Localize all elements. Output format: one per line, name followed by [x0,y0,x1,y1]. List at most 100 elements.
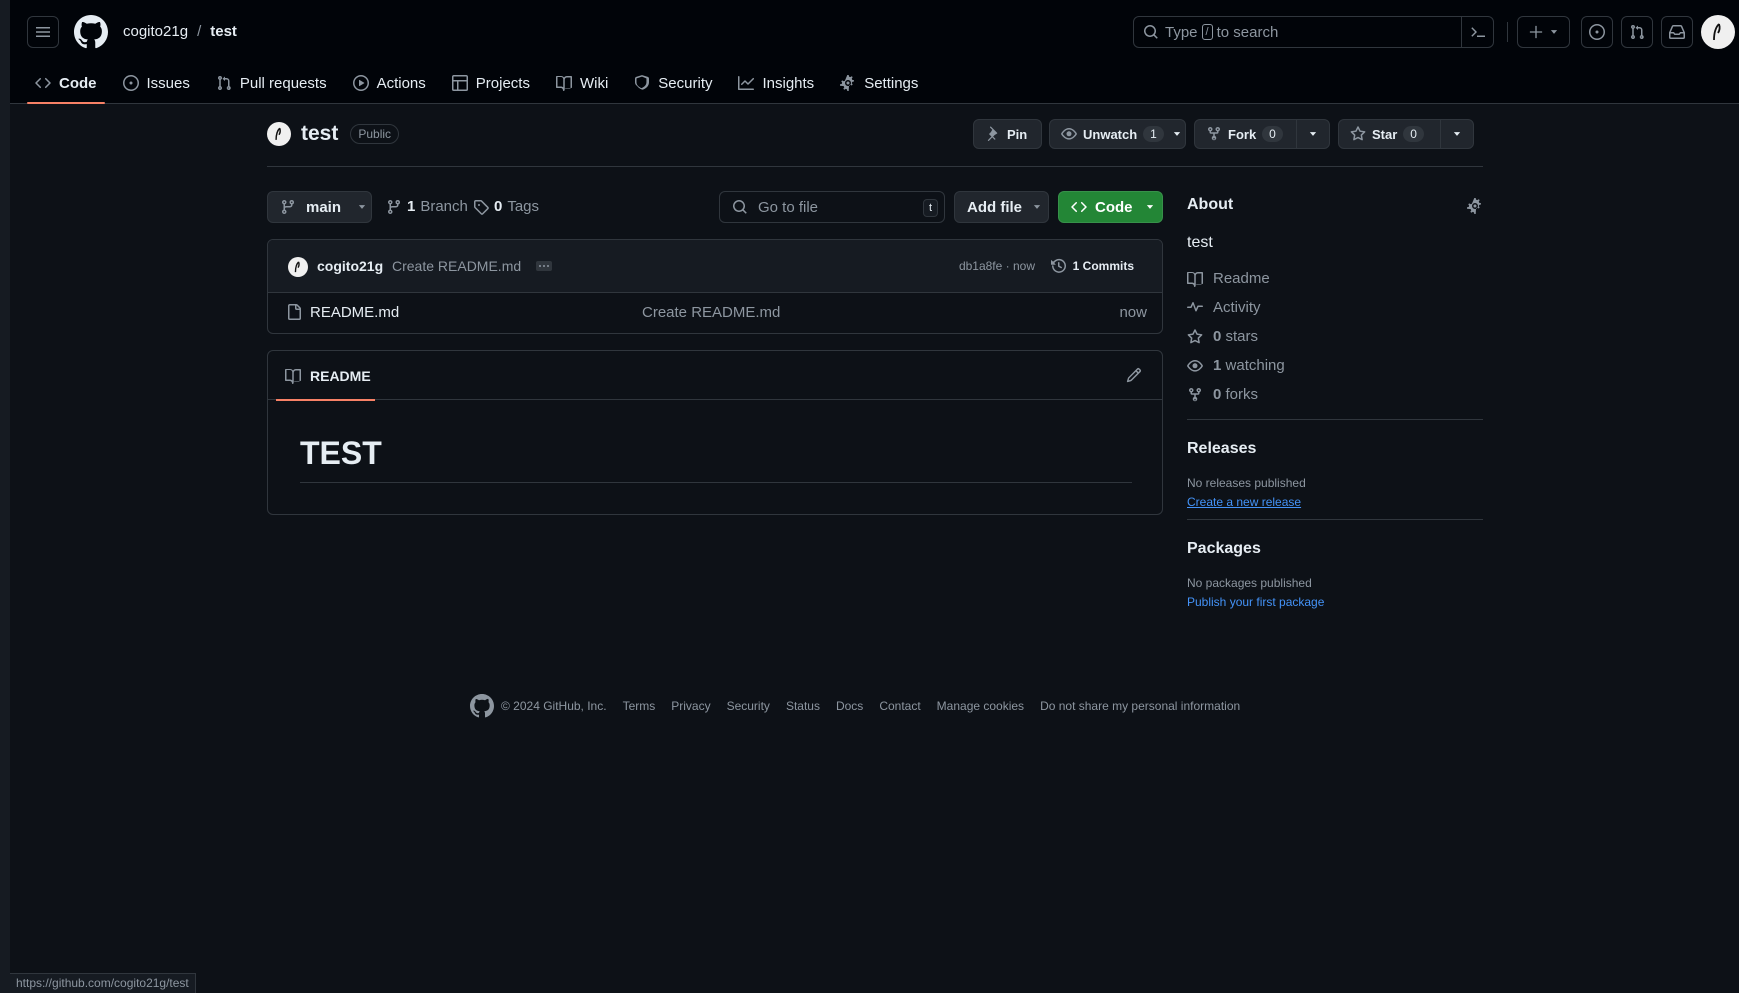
issue-icon [122,75,139,91]
tab-issues[interactable]: Issues [115,62,198,104]
star-dropdown-button[interactable] [1440,120,1473,148]
issues-shortcut-button[interactable] [1581,16,1613,48]
pulse-icon [1187,301,1203,312]
readme-header: README [268,351,1162,401]
releases-title[interactable]: Releases [1187,440,1483,458]
unwatch-button[interactable]: Unwatch 1 [1049,119,1186,149]
notifications-button[interactable] [1661,16,1693,48]
footer-security-link[interactable]: Security [727,699,770,713]
shield-icon [635,75,650,90]
fork-dropdown-button[interactable] [1296,120,1329,148]
commit-author-avatar[interactable] [288,257,308,277]
menu-button[interactable] [27,16,59,48]
title-divider [267,166,1483,167]
page-footer: © 2024 GitHub, Inc. Terms Privacy Securi… [470,694,1256,718]
git-branch-icon [388,199,400,214]
file-row[interactable]: README.md Create README.md now [268,293,1162,333]
file-commit-time: now [1119,304,1147,321]
footer-manage-cookies-link[interactable]: Manage cookies [937,699,1024,713]
go-to-file-input[interactable]: Go to file t [719,191,945,223]
commit-hash-time[interactable]: db1a8fe · now [959,259,1035,273]
tab-insights[interactable]: Insights [730,62,822,104]
file-commit-message[interactable]: Create README.md [642,304,780,321]
commit-expand-button[interactable] [536,261,552,271]
file-name-link[interactable]: README.md [310,304,399,321]
footer-status-link[interactable]: Status [786,699,820,713]
watching-count: 1 [1213,357,1222,374]
star-button[interactable]: Star 0 [1338,119,1474,149]
tab-code[interactable]: Code [27,62,105,104]
tab-code-label: Code [59,74,97,92]
create-new-button[interactable] [1517,16,1570,48]
footer-contact-link[interactable]: Contact [879,699,920,713]
footer-copyright: © 2024 GitHub, Inc. [501,699,607,713]
tab-wiki[interactable]: Wiki [548,62,616,104]
repo-sidebar: About test Readme Activity 0 stars 1 wat… [1187,196,1483,609]
avatar-glyph-icon [1713,23,1721,41]
fork-count: 0 [1262,126,1283,142]
footer-do-not-share-link[interactable]: Do not share my personal information [1040,699,1240,713]
readme-tab[interactable]: README [276,351,375,401]
add-file-button[interactable]: Add file [954,191,1049,223]
commit-message-link[interactable]: Create README.md [392,258,521,274]
footer-docs-link[interactable]: Docs [836,699,863,713]
commits-history-link[interactable]: 1 Commits [1050,258,1134,274]
search-input[interactable]: Type / to search [1133,16,1494,48]
repo-name-link[interactable]: test [301,122,338,146]
publish-package-link[interactable]: Publish your first package [1187,595,1483,609]
fork-button[interactable]: Fork 0 [1194,119,1330,149]
tab-security[interactable]: Security [626,62,720,104]
tab-actions[interactable]: Actions [345,62,434,104]
triangle-down-icon [1146,205,1153,209]
edit-about-button[interactable] [1467,198,1483,214]
breadcrumb-repo-link[interactable]: test [210,23,237,40]
watchers-link[interactable]: 1 watching [1187,351,1483,380]
releases-note: No releases published [1187,476,1306,490]
play-icon [352,75,369,91]
activity-link[interactable]: Activity [1187,293,1483,322]
pin-button[interactable]: Pin [973,119,1042,149]
readme-link[interactable]: Readme [1187,264,1483,293]
stars-link[interactable]: 0 stars [1187,322,1483,351]
command-palette-button[interactable] [1461,17,1493,47]
forks-count: 0 [1213,386,1222,403]
triangle-down-icon [1454,132,1461,136]
go-to-file-shortcut: t [922,199,938,217]
code-download-button[interactable]: Code [1058,191,1163,223]
packages-title[interactable]: Packages [1187,540,1483,558]
tab-pull-requests[interactable]: Pull requests [208,62,335,104]
breadcrumb-owner-link[interactable]: cogito21g [123,23,188,40]
branch-selector[interactable]: main [267,191,372,223]
go-to-file-placeholder: Go to file [758,198,819,216]
edit-readme-button[interactable] [1126,367,1142,383]
tags-link[interactable]: 0 Tags [473,198,539,215]
about-links: Readme Activity 0 stars 1 watching 0 for… [1187,264,1483,409]
repo-description: test [1187,234,1213,251]
owner-avatar[interactable] [267,122,291,146]
readme-panel: README TEST [267,350,1163,515]
footer-terms-link[interactable]: Terms [623,699,656,713]
tab-settings[interactable]: Settings [832,62,926,104]
pin-icon [987,126,998,141]
git-pull-request-icon [1631,25,1644,40]
triangle-down-icon [1550,30,1557,34]
github-mark-icon[interactable] [470,694,494,718]
table-icon [451,75,468,91]
github-logo-icon[interactable] [74,15,108,49]
pull-requests-shortcut-button[interactable] [1621,16,1653,48]
tab-projects[interactable]: Projects [444,62,538,104]
branches-link[interactable]: 1 Branch [386,198,468,215]
user-avatar[interactable] [1701,15,1735,49]
search-icon [733,200,747,214]
code-button-label: Code [1095,198,1133,216]
tab-wiki-label: Wiki [579,74,609,92]
create-release-link[interactable]: Create a new release [1187,495,1483,509]
readme-heading: TEST [300,435,382,471]
search-suffix-text: to search [1216,23,1279,41]
eye-icon [1187,359,1203,372]
forks-link[interactable]: 0 forks [1187,380,1483,409]
tab-projects-label: Projects [475,74,530,92]
footer-privacy-link[interactable]: Privacy [671,699,710,713]
terminal-icon [1470,27,1485,37]
commit-author-link[interactable]: cogito21g [317,258,383,274]
